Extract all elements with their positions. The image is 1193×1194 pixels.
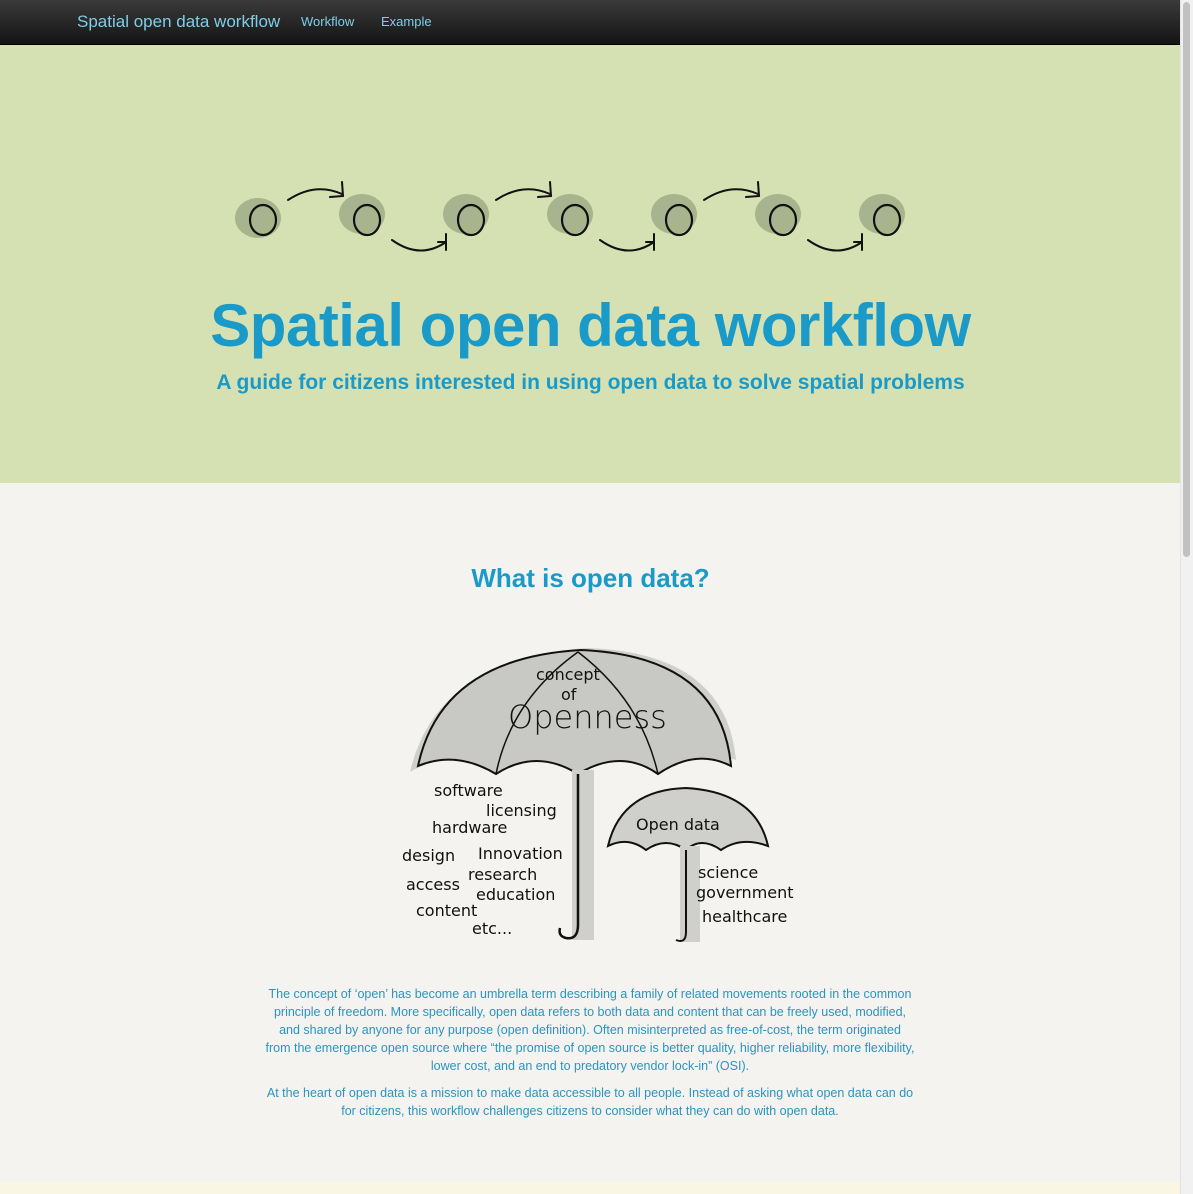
term-software: software — [434, 781, 503, 800]
term-science: science — [698, 863, 758, 882]
workflow-step-1 — [235, 198, 281, 238]
big-umbrella-label-line1: concept — [536, 665, 600, 684]
term-access: access — [406, 875, 460, 894]
workflow-step-5 — [651, 194, 697, 237]
top-navbar: Spatial open data workflow Workflow Exam… — [0, 0, 1181, 45]
page-scrollbar[interactable] — [1180, 0, 1193, 1194]
nav-link-workflow[interactable]: Workflow — [301, 14, 354, 29]
right-terms: science government healthcare — [696, 863, 794, 926]
workflow-step-4 — [547, 194, 593, 237]
workflow-step-2 — [339, 194, 385, 237]
term-government: government — [696, 883, 794, 902]
hero-section: Spatial open data workflow A guide for c… — [0, 45, 1181, 483]
left-terms: software licensing hardware design Innov… — [402, 781, 563, 938]
workflow-step-7 — [859, 194, 905, 237]
workflow-circles-arrows-illustration — [235, 181, 905, 252]
workflow-step-6 — [755, 194, 801, 237]
term-education: education — [476, 885, 555, 904]
workflow-step-3 — [443, 194, 489, 237]
scrollbar-thumb[interactable] — [1183, 2, 1190, 557]
small-umbrella-label: Open data — [636, 815, 720, 834]
nav-link-example[interactable]: Example — [381, 14, 432, 29]
hero-subtitle: A guide for citizens interested in using… — [216, 371, 965, 394]
umbrella-illustration: concept of Openness Open data software l… — [402, 648, 794, 942]
term-hardware: hardware — [432, 818, 507, 837]
term-innovation: Innovation — [478, 844, 563, 863]
open-data-paragraph-1: The concept of ‘open’ has become an umbr… — [265, 987, 915, 1073]
term-content: content — [416, 901, 477, 920]
term-etc: etc... — [472, 919, 512, 938]
next-section-edge — [0, 1182, 1181, 1194]
hero-title: Spatial open data workflow — [210, 292, 971, 359]
term-design: design — [402, 846, 455, 865]
brand-link[interactable]: Spatial open data workflow — [77, 12, 280, 32]
term-healthcare: healthcare — [702, 907, 787, 926]
big-umbrella-label-line3: Openness — [508, 698, 667, 736]
section-title-open-data: What is open data? — [471, 563, 710, 593]
open-data-paragraph-2: At the heart of open data is a mission t… — [266, 1086, 914, 1118]
term-research: research — [468, 865, 537, 884]
